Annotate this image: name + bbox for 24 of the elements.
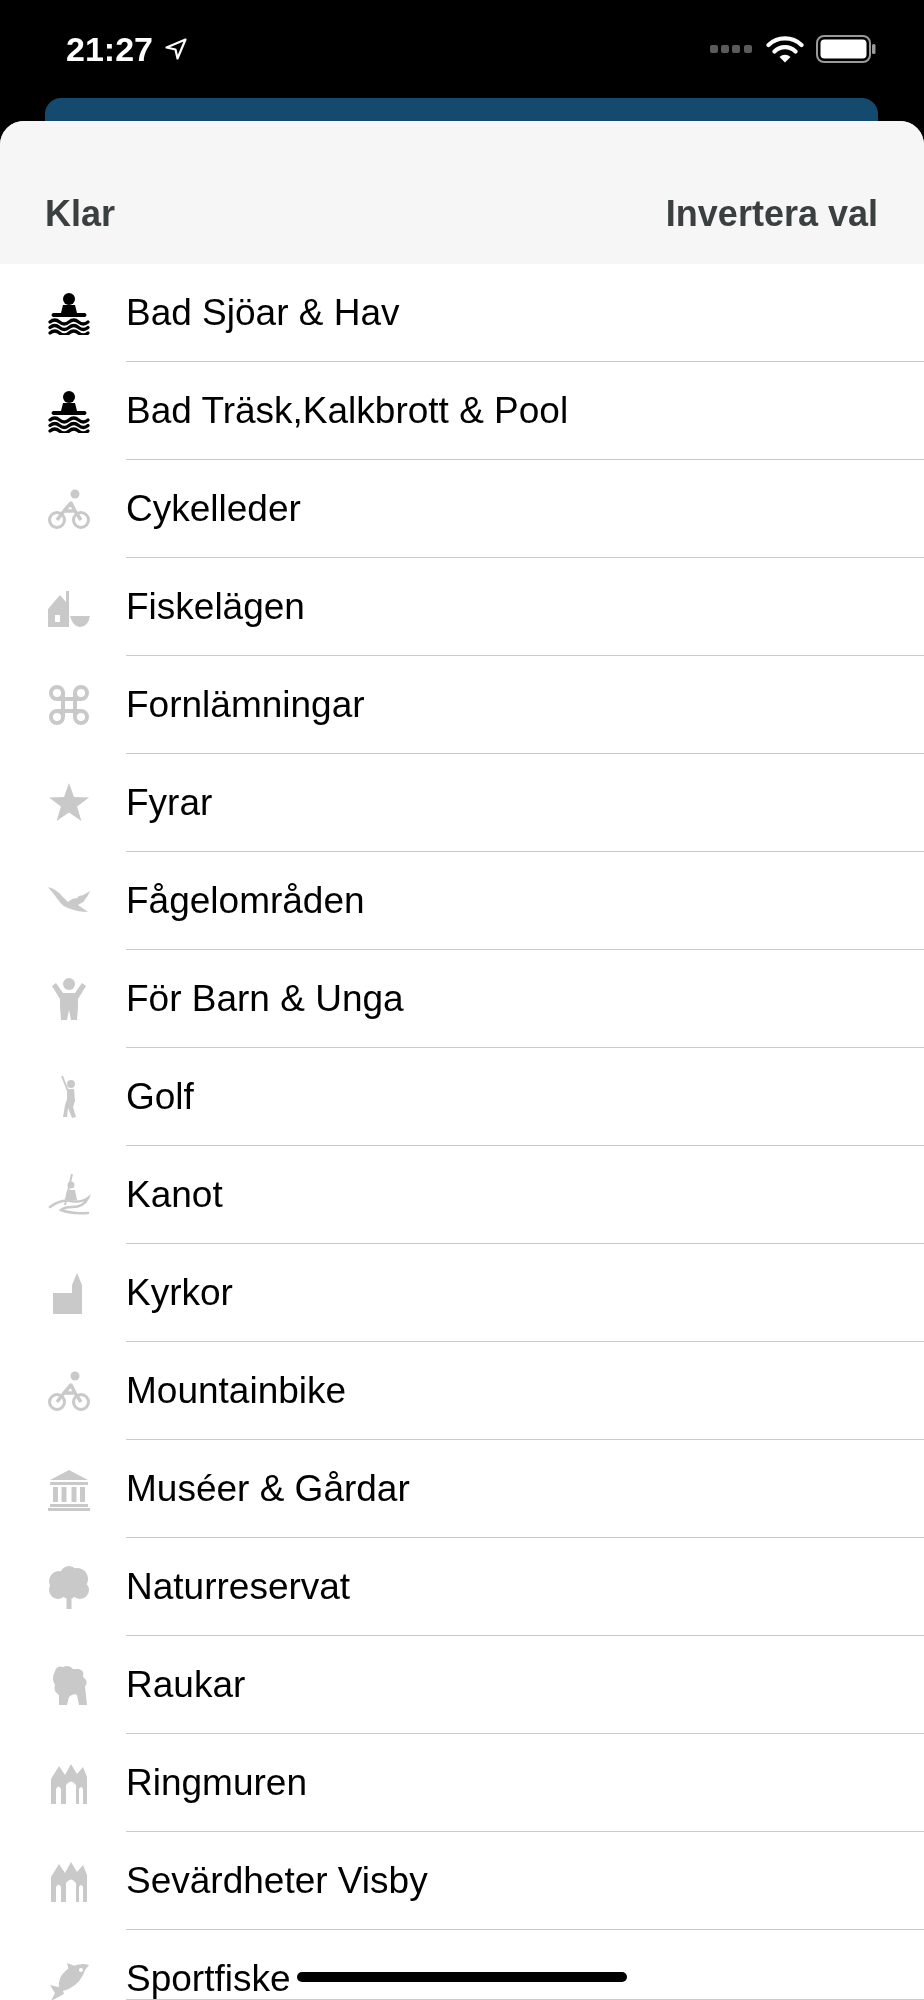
category-list-item[interactable]: Cykelleder bbox=[0, 460, 924, 558]
status-time: 21:27 bbox=[66, 29, 153, 69]
category-list-item[interactable]: Ringmuren bbox=[0, 1734, 924, 1832]
category-list-item[interactable]: För Barn & Unga bbox=[0, 950, 924, 1048]
category-list-item[interactable]: Kanot bbox=[0, 1146, 924, 1244]
done-button[interactable]: Klar bbox=[45, 192, 116, 236]
category-list-item[interactable]: Fyrar bbox=[0, 754, 924, 852]
category-list-item[interactable]: Fiskelägen bbox=[0, 558, 924, 656]
signal-strength-icon bbox=[710, 45, 752, 53]
category-list-item[interactable]: Fornlämningar bbox=[0, 656, 924, 754]
category-list-item[interactable]: Fågelområden bbox=[0, 852, 924, 950]
battery-icon bbox=[816, 35, 876, 63]
category-list-item[interactable]: Bad Sjöar & Hav bbox=[0, 264, 924, 362]
category-list-item[interactable]: Kyrkor bbox=[0, 1244, 924, 1342]
category-list-item[interactable]: Bad Träsk,Kalkbrott & Pool bbox=[0, 362, 924, 460]
category-list-item[interactable]: Muséer & Gårdar bbox=[0, 1440, 924, 1538]
wifi-icon bbox=[766, 35, 804, 63]
invert-selection-button[interactable]: Invertera val bbox=[665, 192, 878, 236]
category-list-item[interactable]: Raukar bbox=[0, 1636, 924, 1734]
category-list-item[interactable]: Golf bbox=[0, 1048, 924, 1146]
location-arrow-icon bbox=[164, 38, 187, 60]
category-list-item[interactable]: Sevärdheter Visby bbox=[0, 1832, 924, 1930]
category-list-item[interactable]: Mountainbike bbox=[0, 1342, 924, 1440]
category-list-item[interactable]: Naturreservat bbox=[0, 1538, 924, 1636]
